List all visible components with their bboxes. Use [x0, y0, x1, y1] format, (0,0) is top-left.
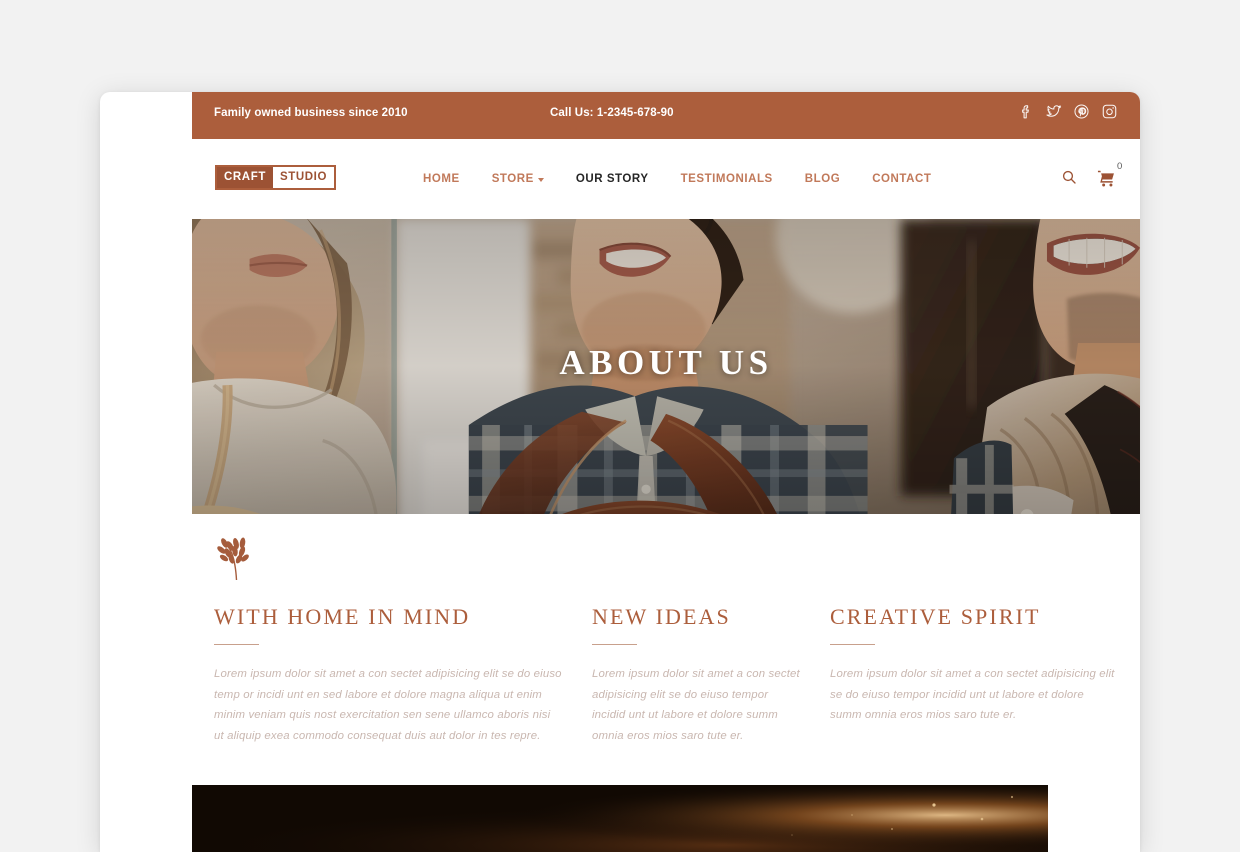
nav-item-store[interactable]: STORE [476, 173, 560, 185]
nav-label: BLOG [804, 173, 841, 185]
phone-text: Call Us: 1-2345-678-90 [550, 107, 674, 119]
feature-column: NEW IDEAS Lorem ipsum dolor sit amet a c… [592, 604, 830, 746]
chevron-down-icon [537, 178, 544, 182]
nav-item-home[interactable]: HOME [407, 173, 476, 185]
bottom-section-image [192, 785, 1048, 852]
cart-count-badge: 0 [1117, 161, 1123, 172]
social-links [1017, 103, 1118, 120]
site-logo[interactable]: CRAFT STUDIO [215, 165, 337, 190]
nav-item-testimonials[interactable]: TESTIMONIALS [665, 173, 789, 185]
feature-column: WITH HOME IN MIND Lorem ipsum dolor sit … [214, 604, 592, 746]
shopping-cart-icon [1097, 170, 1114, 187]
nav-label: OUR STORY [575, 173, 649, 185]
announcement-bar: Family owned business since 2010 Call Us… [192, 92, 1140, 139]
nav-label: CONTACT [872, 173, 932, 185]
search-icon[interactable] [1061, 169, 1077, 190]
header-tools: 0 [1061, 161, 1122, 190]
nav-item-our-story[interactable]: OUR STORY [560, 173, 665, 185]
heading-divider [592, 644, 637, 645]
nav-item-contact[interactable]: CONTACT [856, 173, 947, 185]
twitter-icon[interactable] [1045, 103, 1062, 120]
feature-column: CREATIVE SPIRIT Lorem ipsum dolor sit am… [830, 604, 1118, 746]
main-navigation: HOME STORE OUR STORY TESTIMONIALS BLOG C… [407, 173, 947, 185]
feature-columns: WITH HOME IN MIND Lorem ipsum dolor sit … [214, 604, 1118, 746]
site-header: CRAFT STUDIO HOME STORE OUR STORY TESTIM… [192, 139, 1140, 219]
website-viewport: Family owned business since 2010 Call Us… [192, 92, 1140, 852]
column-body: Lorem ipsum dolor sit amet a con sectet … [830, 668, 1115, 721]
logo-word-studio: STUDIO [272, 167, 335, 188]
logo-word-craft: CRAFT [217, 167, 273, 188]
browser-window: Family owned business since 2010 Call Us… [100, 92, 1140, 852]
cart-button[interactable]: 0 [1097, 161, 1122, 188]
pinterest-icon[interactable] [1073, 103, 1090, 120]
nav-label: STORE [491, 173, 534, 185]
column-body: Lorem ipsum dolor sit amet a con sectet … [214, 668, 562, 742]
facebook-icon[interactable] [1017, 103, 1034, 120]
page-title: ABOUT US [559, 343, 773, 382]
nav-label: HOME [423, 173, 460, 185]
column-heading: CREATIVE SPIRIT [830, 604, 1041, 629]
column-heading: WITH HOME IN MIND [214, 604, 471, 629]
column-heading: NEW IDEAS [592, 604, 731, 629]
wheat-branch-ornament [217, 537, 249, 581]
column-body: Lorem ipsum dolor sit amet a con sectet … [592, 668, 800, 742]
nav-item-blog[interactable]: BLOG [789, 173, 856, 185]
instagram-icon[interactable] [1101, 103, 1118, 120]
heading-divider [214, 644, 259, 645]
nav-label: TESTIMONIALS [680, 173, 773, 185]
tagline-text: Family owned business since 2010 [214, 107, 408, 119]
hero-banner: ABOUT US [192, 219, 1140, 514]
heading-divider [830, 644, 875, 645]
